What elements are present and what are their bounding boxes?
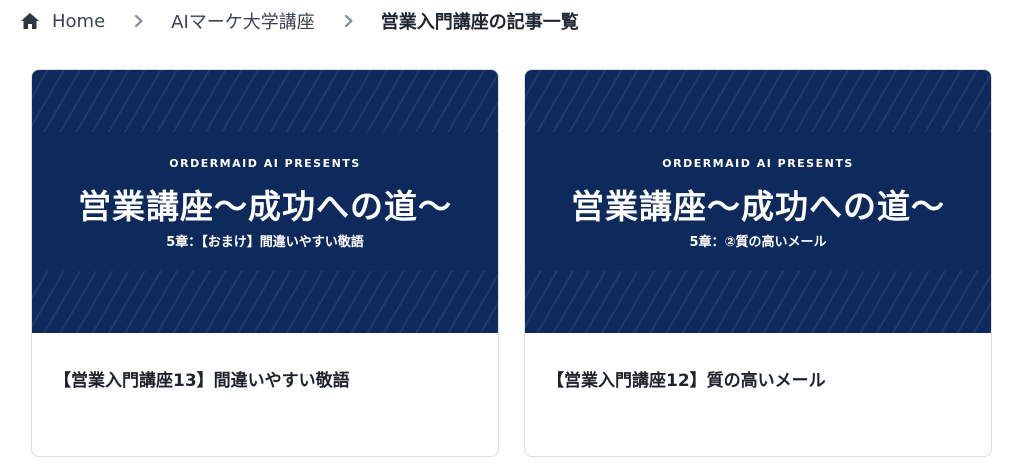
thumbnail-stripe-bottom (525, 271, 991, 333)
breadcrumb-current: 営業入門講座の記事一覧 (380, 12, 579, 33)
home-icon (20, 11, 40, 31)
thumbnail-series-title: 営業講座〜成功への道〜 (78, 187, 452, 226)
thumbnail-chapter: 5章：②質の高いメール (689, 235, 827, 250)
thumbnail-stripe-bottom (32, 271, 498, 333)
article-title[interactable]: 【営業入門講座12】質の高いメール (547, 366, 969, 391)
thumbnail-series-title: 営業講座〜成功への道〜 (571, 187, 945, 226)
article-thumbnail[interactable]: ORDERMAID AI PRESENTS 営業講座〜成功への道〜 5章：②質の… (525, 70, 991, 333)
thumbnail-presents: ORDERMAID AI PRESENTS (169, 157, 361, 170)
breadcrumb-home-label: Home (52, 10, 106, 32)
article-thumbnail[interactable]: ORDERMAID AI PRESENTS 営業講座〜成功への道〜 5章：【おま… (32, 70, 498, 333)
article-card[interactable]: ORDERMAID AI PRESENTS 営業講座〜成功への道〜 5章：【おま… (31, 69, 499, 457)
breadcrumb-course-link[interactable]: AIマーケ大学講座 (171, 8, 315, 34)
thumbnail-stripe-top (32, 70, 498, 132)
breadcrumb-home-link[interactable]: Home (20, 11, 105, 32)
chevron-right-icon (133, 15, 145, 27)
thumbnail-presents: ORDERMAID AI PRESENTS (662, 157, 854, 170)
chevron-right-icon (343, 15, 355, 27)
article-title[interactable]: 【営業入門講座13】間違いやすい敬語 (54, 366, 476, 391)
breadcrumb: Home AIマーケ大学講座 営業入門講座の記事一覧 (20, 0, 579, 42)
thumbnail-chapter: 5章：【おまけ】間違いやすい敬語 (166, 235, 364, 250)
thumbnail-stripe-top (525, 70, 991, 132)
article-card[interactable]: ORDERMAID AI PRESENTS 営業講座〜成功への道〜 5章：②質の… (524, 69, 992, 457)
